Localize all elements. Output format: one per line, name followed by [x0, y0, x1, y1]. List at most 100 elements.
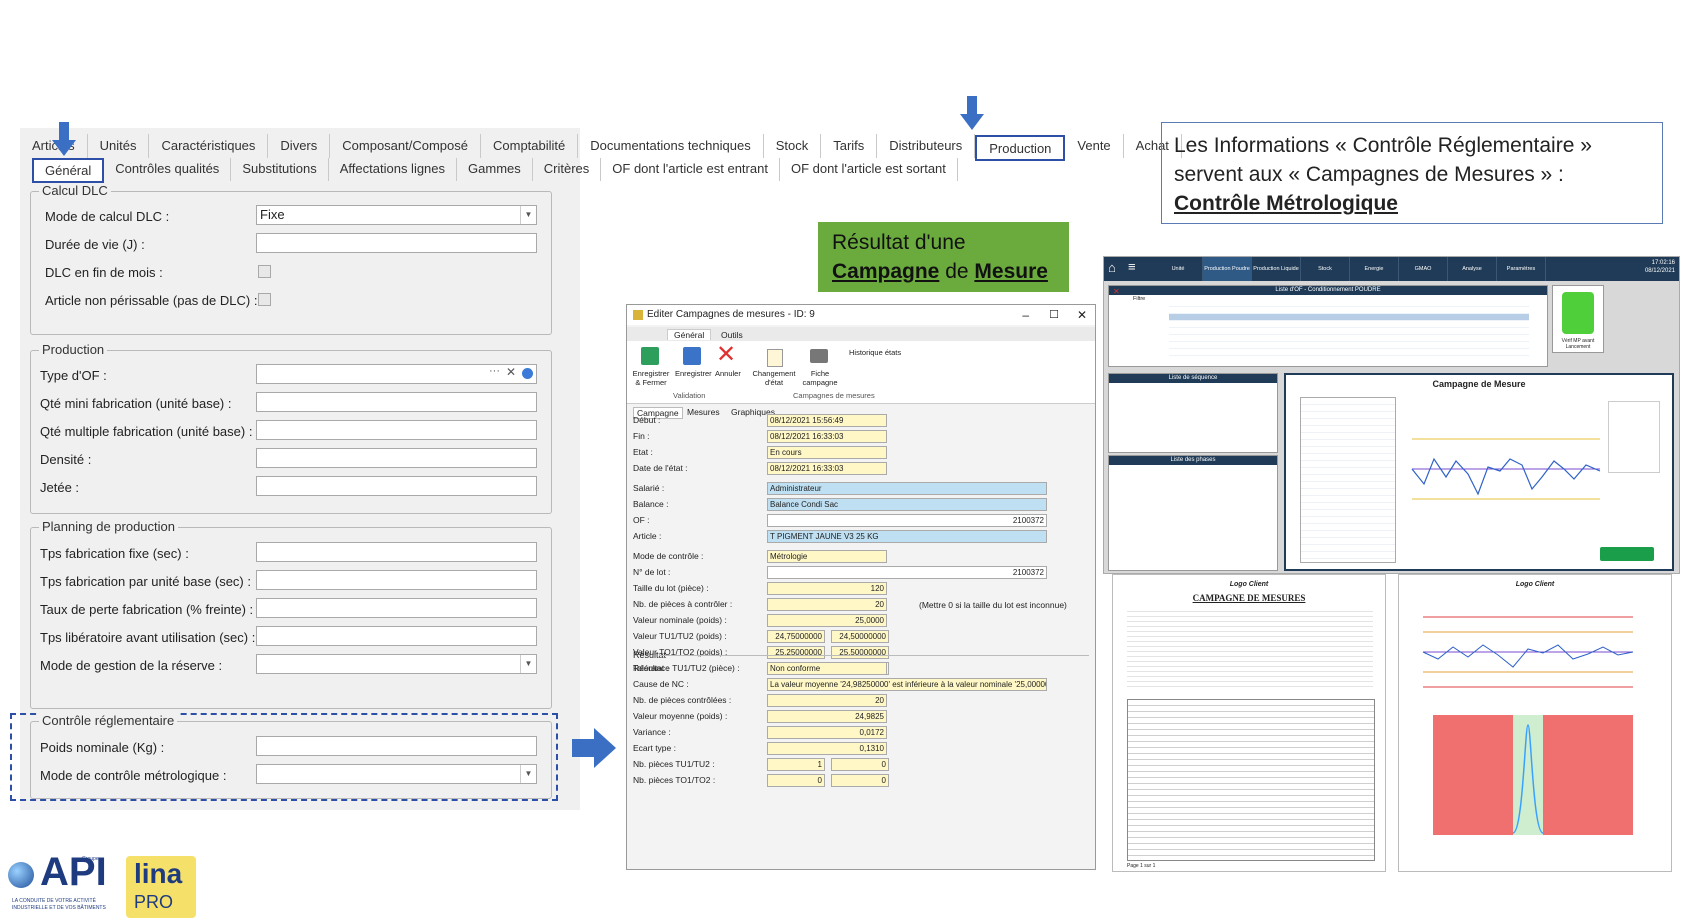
field-value-2[interactable]: 0: [831, 758, 889, 771]
ellipsis-icon[interactable]: ···: [489, 365, 500, 377]
hmi-nav-item[interactable]: Stock: [1301, 257, 1350, 281]
close-icon[interactable]: ✕: [1113, 287, 1120, 296]
save-button[interactable]: Enregistrer: [675, 369, 712, 378]
tab-of-entrant[interactable]: OF dont l'article est entrant: [601, 158, 780, 181]
cancel-button[interactable]: Annuler: [715, 369, 741, 378]
field-value[interactable]: 120: [767, 582, 887, 595]
tab-affectations[interactable]: Affectations lignes: [329, 158, 458, 181]
tab-comptabilite[interactable]: Comptabilité: [481, 134, 579, 158]
fiche-campagne-button[interactable]: Fiche campagne: [799, 369, 841, 387]
minimize-icon[interactable]: –: [1022, 305, 1029, 325]
field-value[interactable]: T PIGMENT JAUNE V3 25 KG: [767, 530, 1047, 543]
field-value-2[interactable]: 24,50000000: [831, 630, 889, 643]
type-of-input[interactable]: ··· ✕: [256, 364, 537, 384]
non-perissable-checkbox[interactable]: [258, 293, 271, 306]
tab-composant[interactable]: Composant/Composé: [330, 134, 481, 158]
qte-mini-input[interactable]: [256, 392, 537, 412]
menu-icon[interactable]: ≡: [1128, 259, 1136, 274]
tab-tarifs[interactable]: Tarifs: [821, 134, 878, 158]
poids-nominale-input[interactable]: [256, 736, 537, 756]
tab-caracteristiques[interactable]: Caractéristiques: [149, 134, 269, 158]
field-value[interactable]: 08/12/2021 15:56:49: [767, 414, 887, 427]
tps-fixe-input[interactable]: [256, 542, 537, 562]
field-value[interactable]: 1: [767, 758, 825, 771]
hmi-nav-item[interactable]: Paramètres: [1497, 257, 1546, 281]
tab-gammes[interactable]: Gammes: [457, 158, 533, 181]
field-value[interactable]: En cours: [767, 446, 887, 459]
hmi-nav-item[interactable]: Analyse: [1448, 257, 1497, 281]
historique-button[interactable]: Historique états: [849, 348, 901, 357]
hmi-nav-item[interactable]: Production Poudre: [1203, 257, 1252, 281]
jetee-input[interactable]: [256, 476, 537, 496]
field-value[interactable]: 25,25000000: [767, 646, 825, 659]
save-close-button[interactable]: Enregistrer & Fermer: [631, 369, 671, 387]
tab-substitutions[interactable]: Substitutions: [231, 158, 329, 181]
mode-metro-select[interactable]: ▼: [256, 764, 537, 784]
qte-multiple-input[interactable]: [256, 420, 537, 440]
state-change-icon[interactable]: [767, 349, 783, 367]
taux-perte-input[interactable]: [256, 598, 537, 618]
field-value[interactable]: 24,75000000: [767, 630, 825, 643]
field-value[interactable]: Balance Condi Sac: [767, 498, 1047, 511]
info-icon[interactable]: [522, 368, 533, 379]
save-icon[interactable]: [683, 347, 701, 365]
mode-reserve-select[interactable]: ▼: [256, 654, 537, 674]
field-value[interactable]: 08/12/2021 16:33:03: [767, 430, 887, 443]
tps-unite-input[interactable]: [256, 570, 537, 590]
ribbon-tab-outils[interactable]: Outils: [721, 330, 743, 340]
measures-table[interactable]: [1300, 397, 1396, 563]
duree-vie-input[interactable]: [256, 233, 537, 253]
save-close-icon[interactable]: [641, 347, 659, 365]
field-label: Valeur nominale (poids) :: [633, 615, 727, 625]
tab-criteres[interactable]: Critères: [533, 158, 602, 181]
field-value[interactable]: 08/12/2021 16:33:03: [767, 462, 887, 475]
hmi-nav-item[interactable]: Energie: [1350, 257, 1399, 281]
field-value[interactable]: 25,0000: [767, 614, 887, 627]
cancel-icon[interactable]: ✕: [716, 343, 736, 367]
tps-liberatoire-input[interactable]: [256, 626, 537, 646]
field-value[interactable]: Métrologie: [767, 550, 887, 563]
densite-input[interactable]: [256, 448, 537, 468]
tab-stock[interactable]: Stock: [764, 134, 822, 158]
tab-production[interactable]: Production: [975, 135, 1066, 161]
hmi-nav-item[interactable]: Unité: [1154, 257, 1203, 281]
field-value[interactable]: 0,1310: [767, 742, 887, 755]
flowchart-icon[interactable]: [1562, 292, 1594, 334]
field-value[interactable]: Administrateur: [767, 482, 1047, 495]
tab-documentations[interactable]: Documentations techniques: [578, 134, 764, 158]
of-list-selected-row[interactable]: [1169, 314, 1529, 320]
field-value-2[interactable]: 0: [831, 774, 889, 787]
of-list-table[interactable]: [1169, 300, 1529, 360]
field-value[interactable]: 20: [767, 598, 887, 611]
field-value[interactable]: 2100372: [767, 566, 1047, 579]
dlc-fin-mois-checkbox[interactable]: [258, 265, 271, 278]
tab-mesures[interactable]: Mesures: [687, 407, 720, 417]
mode-dlc-select[interactable]: Fixe ▼: [256, 205, 537, 225]
field-value[interactable]: 2100372: [767, 514, 1047, 527]
field-value[interactable]: 0,0172: [767, 726, 887, 739]
report-logo: Logo Client: [1229, 581, 1269, 588]
tab-vente[interactable]: Vente: [1065, 134, 1124, 158]
hmi-nav-item[interactable]: GMAO: [1399, 257, 1448, 281]
field-value[interactable]: 0: [767, 774, 825, 787]
tab-controles-qualites[interactable]: Contrôles qualités: [104, 158, 232, 181]
close-icon[interactable]: ✕: [1077, 305, 1087, 325]
state-change-button[interactable]: Changement d'état: [749, 369, 799, 387]
printer-icon[interactable]: [810, 349, 828, 363]
tab-distributeurs[interactable]: Distributeurs: [877, 134, 976, 158]
field-value[interactable]: Non conforme: [767, 662, 887, 675]
tab-general[interactable]: Général: [32, 158, 105, 183]
field-value[interactable]: La valeur moyenne '24,98250000' est infé…: [767, 678, 1047, 691]
hmi-nav-item[interactable]: Production Liquide: [1252, 257, 1301, 281]
tab-of-sortant[interactable]: OF dont l'article est sortant: [780, 158, 958, 181]
tab-unites[interactable]: Unités: [88, 134, 150, 158]
clear-icon[interactable]: ✕: [506, 365, 516, 379]
tab-divers[interactable]: Divers: [268, 134, 331, 158]
validate-button[interactable]: [1600, 547, 1654, 561]
field-value[interactable]: 20: [767, 694, 887, 707]
field-value-2[interactable]: 25,50000000: [831, 646, 889, 659]
ribbon-tab-general[interactable]: Général: [667, 329, 712, 340]
home-icon[interactable]: ⌂: [1108, 260, 1116, 275]
field-value[interactable]: 24,9825: [767, 710, 887, 723]
maximize-icon[interactable]: ☐: [1049, 305, 1059, 325]
